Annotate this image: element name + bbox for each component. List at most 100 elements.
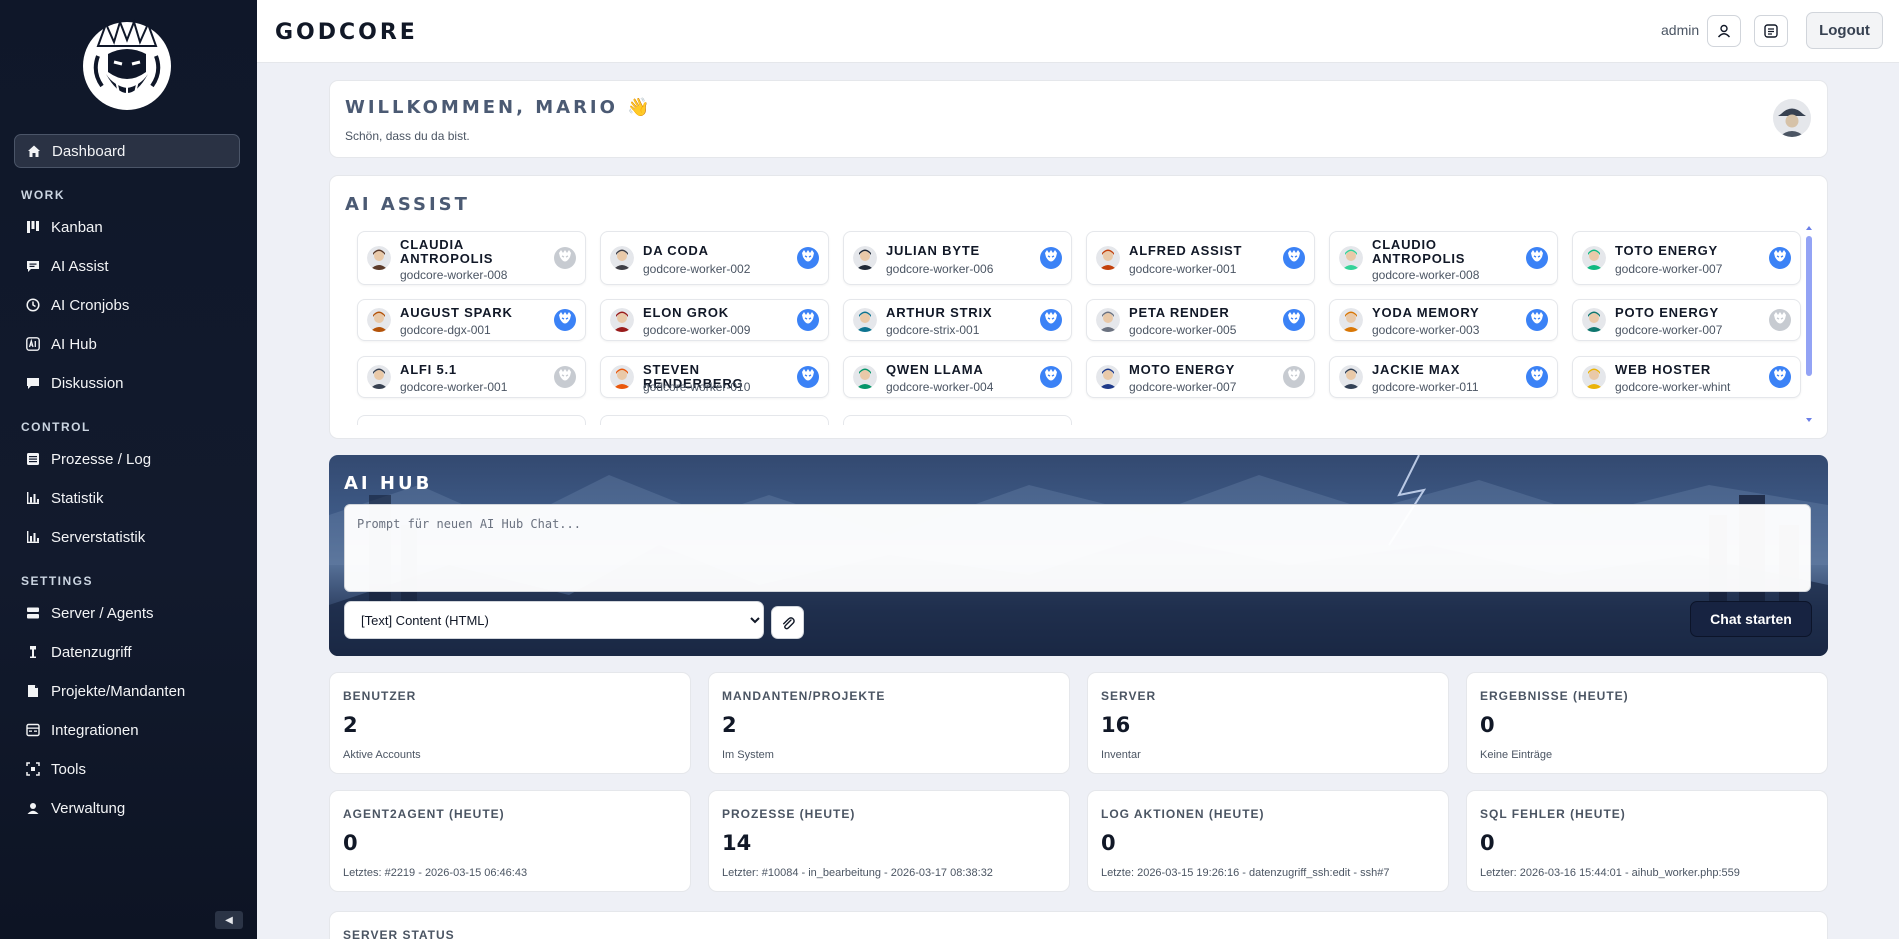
agent-card[interactable]: DA CODA godcore-worker-002 [600, 231, 829, 285]
content-type-select[interactable]: [Text] Content (HTML) [344, 601, 764, 639]
sidebar-item-server-agents[interactable]: Server / Agents [14, 596, 240, 630]
stat-card: LOG AKTIONEN (HEUTE) 0 Letzte: 2026-03-15 … [1087, 790, 1449, 892]
agent-card[interactable]: ALFRED ASSIST godcore-worker-001 [1086, 231, 1315, 285]
agent-worker: godcore-worker-008 [400, 268, 508, 282]
agent-card[interactable]: CLAUDIO ANTROPOLIS godcore-worker-008 [1329, 231, 1558, 285]
sidebar-item-prozesse-log[interactable]: Prozesse / Log [14, 442, 240, 476]
sidebar-item-ai-hub[interactable]: AI Hub [14, 327, 240, 361]
sidebar-item-verwaltung[interactable]: Verwaltung [14, 791, 240, 825]
agent-card[interactable]: ALFI 5.1 godcore-worker-001 [357, 356, 586, 398]
agent-worker: godcore-worker-010 [643, 380, 751, 394]
agent-status-online-icon [1283, 309, 1305, 331]
sidebar-item-ai-cronjobs[interactable]: AI Cronjobs [14, 288, 240, 322]
agent-avatar [367, 365, 391, 389]
discussion-icon [26, 376, 40, 390]
agent-card[interactable]: POTO ENERGY godcore-worker-007 [1572, 299, 1801, 341]
hub-prompt-input[interactable] [344, 504, 1811, 592]
agent-status-offline-icon [1283, 366, 1305, 388]
sidebar-item-diskussion[interactable]: Diskussion [14, 366, 240, 400]
agent-name: CLAUDIO ANTROPOLIS [1372, 237, 1466, 266]
agent-name: JULIAN BYTE [886, 243, 981, 258]
sidebar-item-projekte-mandanten[interactable]: Projekte/Mandanten [14, 674, 240, 708]
sidebar-item-label: Datenzugriff [51, 643, 132, 661]
agent-avatar [1339, 246, 1363, 270]
agent-avatar [367, 246, 391, 270]
agent-status-online-icon [797, 366, 819, 388]
avatar[interactable] [1773, 99, 1811, 137]
agent-card[interactable]: WEB HOSTER godcore-worker-whint [1572, 356, 1801, 398]
server-status-label: SERVER STATUS [343, 928, 455, 939]
sidebar-item-label: Server / Agents [51, 604, 154, 622]
agent-card[interactable]: TOTO ENERGY godcore-worker-007 [1572, 231, 1801, 285]
sidebar: Dashboard WORK Kanban AI Assist AI Cronj… [0, 0, 257, 939]
agent-avatar-icon [367, 246, 391, 270]
scrollbar-thumb[interactable] [1806, 236, 1812, 376]
sidebar-item-datenzugriff[interactable]: Datenzugriff [14, 635, 240, 669]
tools-icon [26, 762, 40, 776]
agent-worker: godcore-worker-007 [1615, 323, 1723, 337]
agent-avatar-icon [1096, 246, 1120, 270]
agent-card[interactable]: STEVEN RENDERBERG godcore-worker-010 [600, 356, 829, 398]
agent-avatar-icon [1582, 308, 1606, 332]
scroll-down-icon [1806, 418, 1812, 422]
sidebar-item-label: Projekte/Mandanten [51, 682, 186, 700]
profile-button[interactable] [1707, 15, 1741, 47]
agent-card[interactable]: ARTHUR STRIX godcore-strix-001 [843, 299, 1072, 341]
stat-label: ERGEBNISSE (HEUTE) [1480, 689, 1629, 703]
agent-card[interactable]: JULIAN BYTE godcore-worker-006 [843, 231, 1072, 285]
agent-card[interactable]: JACKIE MAX godcore-worker-011 [1329, 356, 1558, 398]
stat-description: Letztes: #2219 - 2026-03-15 06:46:43 [343, 867, 528, 879]
agent-card[interactable]: QWEN LLAMA godcore-worker-004 [843, 356, 1072, 398]
stat-value: 2 [722, 713, 737, 737]
stat-card: MANDANTEN/PROJEKTE 2 Im System [708, 672, 1070, 774]
agent-worker: godcore-strix-001 [886, 323, 980, 337]
agent-worker: godcore-worker-001 [1129, 262, 1237, 276]
agent-status-online-icon [797, 247, 819, 269]
sidebar-item-tools[interactable]: Tools [14, 752, 240, 786]
sidebar-item-integrationen[interactable]: Integrationen [14, 713, 240, 747]
notes-button[interactable] [1754, 15, 1788, 47]
agent-status-online-icon [1526, 366, 1548, 388]
agent-avatar-icon [367, 365, 391, 389]
agent-name: TOTO ENERGY [1615, 243, 1718, 258]
agent-avatar-icon [853, 246, 877, 270]
sidebar-item-ai-assist[interactable]: AI Assist [14, 249, 240, 283]
ai-hub-icon [26, 337, 40, 351]
agent-avatar-icon [367, 308, 391, 332]
stat-value: 0 [1101, 831, 1116, 855]
agent-status-online-icon [1526, 309, 1548, 331]
godcore-logo-icon[interactable] [80, 16, 174, 114]
agent-card[interactable]: CLAUDIA ANTROPOLIS godcore-worker-008 [357, 231, 586, 285]
stat-card: SERVER 16 Inventar [1087, 672, 1449, 774]
sidebar-collapse-button[interactable]: ◀ [215, 911, 243, 929]
attach-button[interactable] [771, 606, 804, 639]
chevron-left-icon: ◀ [225, 914, 233, 926]
agent-worker: godcore-worker-011 [1372, 380, 1479, 394]
agent-avatar-icon [610, 308, 634, 332]
sidebar-item-label: AI Assist [51, 257, 109, 275]
nav-section-control: CONTROL [21, 420, 91, 434]
chat-start-button[interactable]: Chat starten [1690, 601, 1812, 637]
agent-card[interactable]: ELON GROK godcore-worker-009 [600, 299, 829, 341]
agent-card[interactable]: MOTO ENERGY godcore-worker-007 [1086, 356, 1315, 398]
sidebar-item-label: AI Cronjobs [51, 296, 130, 314]
agent-name: ELON GROK [643, 305, 729, 320]
paperclip-icon [782, 616, 795, 629]
agent-card[interactable]: YODA MEMORY godcore-worker-003 [1329, 299, 1558, 341]
sidebar-item-dashboard[interactable]: Dashboard [14, 134, 240, 168]
ai-assist-card: AI ASSIST CLAUDIA ANTROPOLIS godcore-work… [329, 175, 1828, 439]
agent-card[interactable]: PETA RENDER godcore-worker-005 [1086, 299, 1315, 341]
sidebar-item-statistik[interactable]: Statistik [14, 481, 240, 515]
agent-worker: godcore-worker-005 [1129, 323, 1237, 337]
agent-list-scrollbar[interactable] [1805, 224, 1813, 424]
agent-avatar [1339, 308, 1363, 332]
sidebar-item-kanban[interactable]: Kanban [14, 210, 240, 244]
sidebar-item-serverstatistik[interactable]: Serverstatistik [14, 520, 240, 554]
logout-button[interactable]: Logout [1806, 12, 1883, 49]
agent-avatar-icon [1339, 246, 1363, 270]
agent-worker: godcore-worker-008 [1372, 268, 1480, 282]
agent-card[interactable]: AUGUST SPARK godcore-dgx-001 [357, 299, 586, 341]
welcome-subtitle: Schön, dass du da bist. [345, 129, 470, 143]
agent-name: DA CODA [643, 243, 709, 258]
agent-avatar [853, 246, 877, 270]
